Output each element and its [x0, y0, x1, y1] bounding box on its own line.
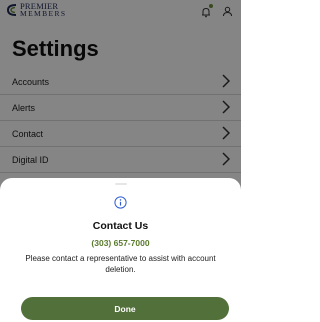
- done-button-label: Done: [114, 303, 136, 314]
- dialog-title: Contact Us: [92, 220, 149, 232]
- done-button[interactable]: Done: [21, 297, 229, 320]
- phone-number-link[interactable]: (303) 657-7000: [0, 238, 241, 248]
- sheet-drag-handle[interactable]: [115, 183, 127, 185]
- info-icon: [114, 196, 127, 209]
- dialog-message: Please contact a representative to assis…: [25, 254, 216, 274]
- contact-us-bottom-sheet: Contact Us (303) 657-7000 Please contact…: [0, 178, 241, 322]
